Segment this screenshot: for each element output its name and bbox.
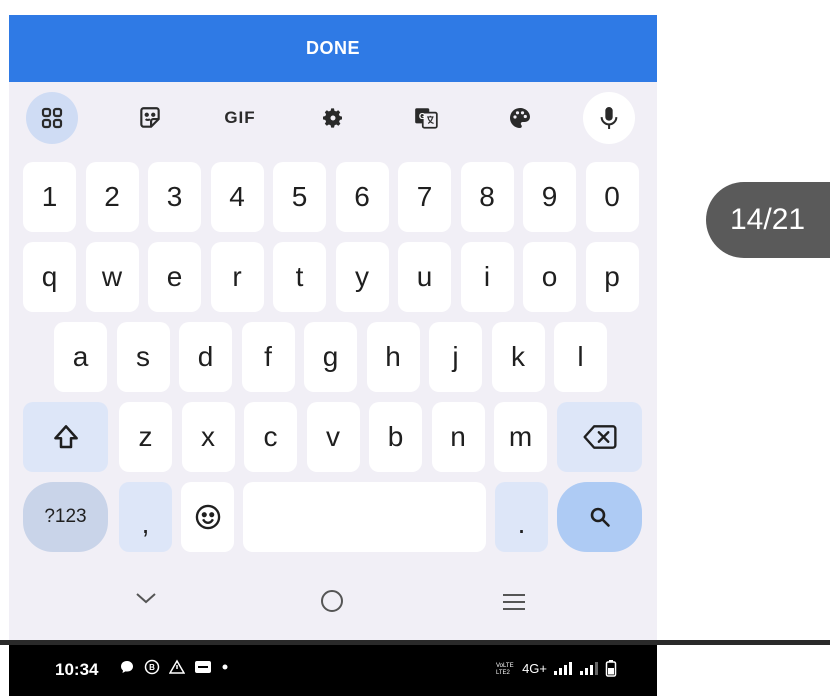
letter-key-r[interactable]: r [210, 242, 264, 312]
number-key-5[interactable]: 5 [273, 162, 326, 232]
letter-key-f[interactable]: f [241, 322, 295, 392]
search-key[interactable] [557, 482, 642, 552]
palette-icon[interactable] [494, 92, 546, 144]
letter-key-c[interactable]: c [244, 402, 297, 472]
number-key-4[interactable]: 4 [210, 162, 264, 232]
letter-key-w[interactable]: w [85, 242, 139, 312]
letter-key-b[interactable]: b [369, 402, 422, 472]
image-counter-badge: 14/21 [706, 182, 830, 258]
shift-key[interactable] [23, 402, 108, 472]
status-time: 10:34 [55, 660, 99, 679]
number-key-0[interactable]: 0 [585, 162, 639, 232]
letter-key-q[interactable]: q [23, 242, 76, 312]
network-type: 4G+ [522, 660, 547, 676]
letter-key-o[interactable]: o [523, 242, 576, 312]
gif-icon[interactable]: GIF [214, 92, 266, 144]
signal-bars-2-icon [580, 662, 598, 675]
letter-key-u[interactable]: u [398, 242, 451, 312]
number-key-1[interactable]: 1 [23, 162, 76, 232]
letter-key-v[interactable]: v [306, 402, 360, 472]
hide-keyboard-chevron-icon[interactable] [134, 590, 158, 606]
number-key-3[interactable]: 3 [148, 162, 201, 232]
letter-key-g[interactable]: g [304, 322, 357, 392]
svg-text:VoLTE: VoLTE [496, 663, 514, 669]
letter-key-d[interactable]: d [179, 322, 232, 392]
image-counter-text: 14/21 [730, 203, 806, 236]
emoji-icon [195, 504, 220, 530]
letter-key-k[interactable]: k [491, 322, 545, 392]
letter-key-l[interactable]: l [554, 322, 607, 392]
letter-key-e[interactable]: e [148, 242, 201, 312]
keyboard: GIF G ?123 , . 1 2 3 4 5 6 7 8 9 0 q w e… [9, 82, 657, 640]
microphone-icon[interactable] [583, 92, 635, 144]
emoji-key[interactable] [181, 482, 234, 552]
number-key-2[interactable]: 2 [85, 162, 139, 232]
search-icon [590, 507, 610, 527]
letter-key-z[interactable]: z [119, 402, 172, 472]
number-key-8[interactable]: 8 [460, 162, 514, 232]
backspace-icon [582, 425, 617, 449]
status-right: VoLTE LTE2 4G+ [496, 659, 617, 677]
symbols-key[interactable]: ?123 [23, 482, 108, 552]
space-key[interactable] [243, 482, 486, 552]
gif-label: GIF [224, 108, 256, 127]
signal-bars-icon [554, 662, 572, 675]
done-button[interactable]: DONE [9, 15, 657, 82]
letter-key-j[interactable]: j [429, 322, 482, 392]
letter-key-i[interactable]: i [460, 242, 514, 312]
letter-key-n[interactable]: n [431, 402, 485, 472]
letter-key-p[interactable]: p [585, 242, 639, 312]
svg-text:G: G [419, 111, 426, 121]
circle-b-icon: B [144, 659, 160, 675]
number-key-7[interactable]: 7 [398, 162, 451, 232]
letter-key-y[interactable]: y [335, 242, 389, 312]
battery-icon [605, 660, 617, 677]
letter-key-t[interactable]: t [273, 242, 326, 312]
backspace-key[interactable] [557, 402, 642, 472]
home-circle-icon[interactable] [319, 588, 345, 614]
letter-key-a[interactable]: a [54, 322, 107, 392]
apps-grid-icon[interactable] [26, 92, 78, 144]
period-key[interactable]: . [495, 482, 548, 552]
menu-lines-icon[interactable] [501, 592, 527, 612]
app-badge-icon [195, 661, 211, 673]
letter-key-x[interactable]: x [181, 402, 235, 472]
translate-icon[interactable]: G [400, 92, 452, 144]
chat-bubble-icon [121, 661, 133, 673]
letter-key-h[interactable]: h [366, 322, 420, 392]
keyboard-toolbar: GIF G [9, 82, 657, 152]
number-key-6[interactable]: 6 [335, 162, 389, 232]
warning-triangle-icon [169, 659, 185, 674]
number-key-9[interactable]: 9 [523, 162, 576, 232]
letter-key-m[interactable]: m [494, 402, 547, 472]
volte-icon: VoLTELTE2 [496, 663, 514, 676]
status-bar: 10:34 B VoLTE LTE2 4G+ [9, 645, 657, 696]
svg-text:B: B [149, 663, 155, 672]
comma-key[interactable]: , [119, 482, 172, 552]
svg-text:LTE2: LTE2 [496, 670, 511, 676]
sticker-icon[interactable] [124, 92, 176, 144]
more-dot-icon [222, 664, 228, 670]
settings-gear-icon[interactable] [307, 92, 359, 144]
letter-key-s[interactable]: s [116, 322, 170, 392]
notification-icons: B [119, 659, 229, 675]
shift-icon [53, 425, 78, 449]
